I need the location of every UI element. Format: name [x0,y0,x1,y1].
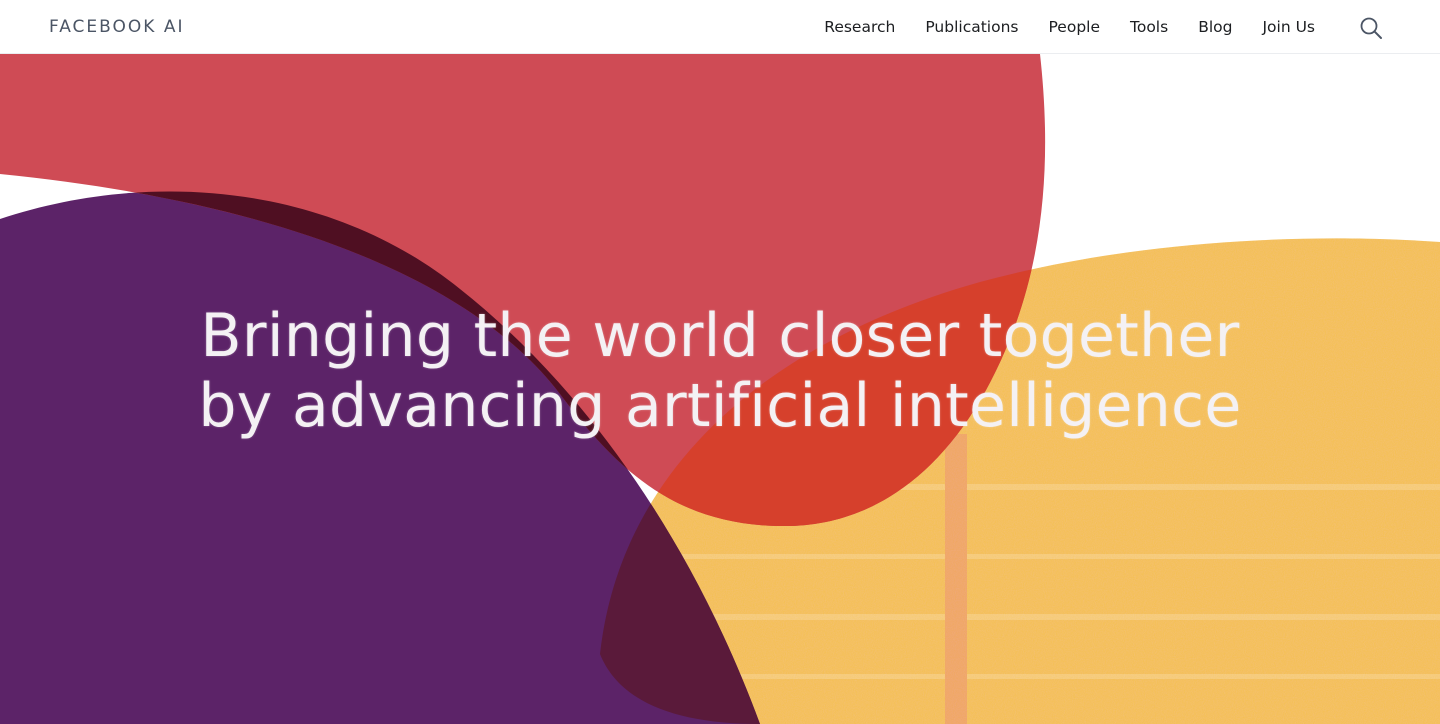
hero-headline: Bringing the world closer together by ad… [0,301,1440,441]
hero-headline-line-2: by advancing artificial intelligence [198,371,1242,441]
top-navigation-bar: FACEBOOK AI Research Publications People… [0,0,1440,54]
nav-item-blog[interactable]: Blog [1183,0,1247,54]
search-button[interactable] [1358,15,1384,41]
search-icon [1360,17,1382,39]
nav-item-tools[interactable]: Tools [1115,0,1183,54]
nav-item-people[interactable]: People [1034,0,1116,54]
nav-item-publications[interactable]: Publications [910,0,1033,54]
main-nav: Research Publications People Tools Blog … [809,0,1330,54]
hero-banner: Bringing the world closer together by ad… [0,54,1440,724]
page: FACEBOOK AI Research Publications People… [0,0,1440,724]
hero-headline-line-1: Bringing the world closer together [200,301,1240,371]
facebook-ai-logo[interactable]: FACEBOOK AI [49,14,184,40]
nav-item-research[interactable]: Research [809,0,910,54]
nav-item-join-us[interactable]: Join Us [1247,0,1330,54]
